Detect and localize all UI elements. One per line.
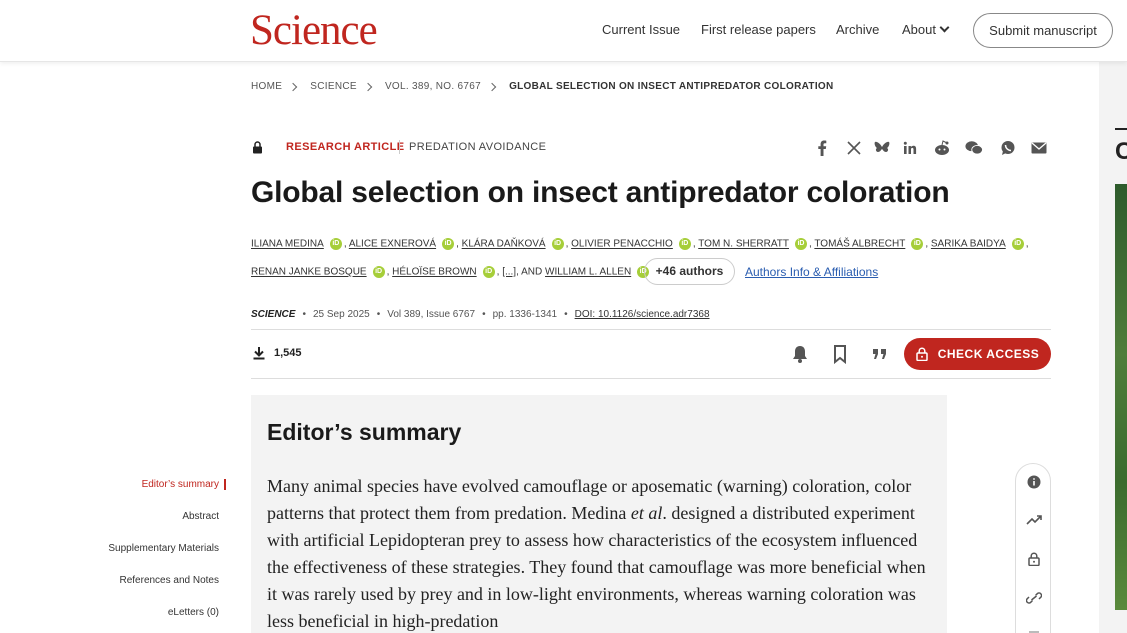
- bell-icon[interactable]: [790, 344, 810, 364]
- chevron-right-icon: [288, 82, 298, 91]
- volume-issue[interactable]: Vol 389, Issue 6767: [387, 309, 475, 320]
- divider: [251, 329, 1051, 330]
- and-label: AND: [521, 266, 543, 278]
- authors-affiliations-link[interactable]: Authors Info & Affiliations: [745, 265, 878, 279]
- cover-image[interactable]: [1115, 184, 1127, 610]
- orcid-icon[interactable]: iD: [329, 238, 342, 250]
- check-access-button[interactable]: CHECK ACCESS: [904, 338, 1051, 370]
- author-name[interactable]: KLÁRA DAŇKOVÁ: [462, 239, 546, 250]
- floating-toolbar: [1015, 463, 1051, 633]
- orcid-icon[interactable]: iD: [678, 238, 691, 250]
- breadcrumb-science[interactable]: SCIENCE: [310, 81, 357, 92]
- journal-name[interactable]: SCIENCE: [251, 309, 295, 320]
- more-authors-button[interactable]: +46 authors: [644, 258, 735, 285]
- submit-manuscript-button[interactable]: Submit manuscript: [973, 13, 1113, 48]
- nav-current-issue[interactable]: Current Issue: [602, 22, 680, 37]
- wechat-icon[interactable]: [965, 139, 983, 157]
- email-icon[interactable]: [1030, 139, 1048, 157]
- active-indicator: [224, 479, 226, 490]
- nav-about-label: About: [902, 22, 936, 37]
- author-name[interactable]: HÉLOÏSE BROWN: [392, 267, 476, 278]
- editors-summary-heading: Editor’s summary: [267, 419, 462, 445]
- author-ellipsis[interactable]: [...]: [502, 267, 516, 278]
- link-icon[interactable]: [1025, 589, 1043, 607]
- lock-icon[interactable]: [1025, 550, 1043, 568]
- linkedin-icon[interactable]: [901, 139, 919, 157]
- citation-line: SCIENCE • 25 Sep 2025 • Vol 389, Issue 6767 •…: [251, 309, 710, 320]
- article-subject[interactable]: PREDATION AVOIDANCE: [409, 141, 546, 153]
- author-name[interactable]: ALICE EXNEROVÁ: [349, 239, 436, 250]
- orcid-icon[interactable]: iD: [794, 238, 807, 250]
- science-logo[interactable]: Science: [250, 8, 378, 54]
- download-count[interactable]: 1,545: [252, 346, 302, 360]
- author-name[interactable]: OLIVIER PENACCHIO: [571, 239, 673, 250]
- article-title: Global selection on insect antipredator …: [251, 176, 950, 209]
- chevron-down-icon: [939, 22, 950, 33]
- author-name[interactable]: RENAN JANKE BOSQUE: [251, 267, 367, 278]
- site-header: Science Current Issue First release pape…: [0, 0, 1127, 62]
- author-name[interactable]: ILIANA MEDINA: [251, 239, 324, 250]
- nav-about[interactable]: About: [902, 22, 950, 37]
- download-count-value: 1,545: [274, 347, 302, 359]
- divider: [251, 378, 1051, 379]
- author-name[interactable]: TOMÁŠ ALBRECHT: [814, 239, 905, 250]
- article-type[interactable]: RESEARCH ARTICLE: [286, 141, 404, 153]
- breadcrumb-current: GLOBAL SELECTION ON INSECT ANTIPREDATOR …: [509, 81, 834, 92]
- page-range: pp. 1336-1341: [492, 309, 558, 320]
- breadcrumb-home[interactable]: HOME: [251, 81, 282, 92]
- summary-text-italic: et al: [630, 503, 663, 523]
- author-list-line-1: ILIANA MEDINA iD, ALICE EXNEROVÁ iD, KLÁRA…: [251, 238, 1029, 250]
- reddit-icon[interactable]: [933, 139, 951, 157]
- chevron-right-icon: [363, 82, 373, 91]
- lock-icon: [253, 141, 262, 154]
- nav-archive[interactable]: Archive: [836, 22, 879, 37]
- orcid-icon[interactable]: iD: [372, 266, 385, 278]
- bookmark-icon[interactable]: [830, 344, 850, 364]
- orcid-icon[interactable]: iD: [551, 238, 564, 250]
- section-nav-eletters[interactable]: eLetters (0): [168, 607, 219, 618]
- breadcrumb-volume[interactable]: VOL. 389, NO. 6767: [385, 81, 481, 92]
- chevron-right-icon: [487, 82, 497, 91]
- orcid-icon[interactable]: iD: [442, 238, 455, 250]
- lock-icon: [915, 347, 928, 361]
- quote-icon[interactable]: [870, 344, 890, 364]
- author-name[interactable]: TOM N. SHERRATT: [698, 239, 789, 250]
- check-access-label: CHECK ACCESS: [937, 347, 1040, 361]
- rail-heading: C: [1115, 138, 1127, 165]
- rail-divider: [1115, 128, 1127, 130]
- trending-icon[interactable]: [1025, 511, 1043, 529]
- section-nav-abstract[interactable]: Abstract: [182, 511, 219, 522]
- orcid-icon[interactable]: iD: [1011, 238, 1024, 250]
- section-nav-supplementary[interactable]: Supplementary Materials: [108, 543, 219, 554]
- section-nav-references[interactable]: References and Notes: [119, 575, 219, 586]
- doi-link[interactable]: DOI: 10.1126/science.adr7368: [575, 309, 710, 320]
- publication-date: 25 Sep 2025: [312, 309, 370, 320]
- facebook-icon[interactable]: [813, 139, 831, 157]
- whatsapp-icon[interactable]: [999, 139, 1017, 157]
- orcid-icon[interactable]: iD: [911, 238, 924, 250]
- x-twitter-icon[interactable]: [845, 139, 863, 157]
- bluesky-icon[interactable]: [873, 139, 891, 157]
- download-icon: [253, 347, 265, 360]
- editors-summary-section: Editor’s summary Many animal species hav…: [251, 395, 947, 633]
- info-icon[interactable]: [1025, 473, 1043, 491]
- nav-first-release[interactable]: First release papers: [701, 22, 816, 37]
- orcid-icon[interactable]: iD: [482, 266, 495, 278]
- meta-divider: [399, 140, 400, 154]
- author-list-line-2: RENAN JANKE BOSQUE iD, HÉLOÏSE BROWN iD, […: [251, 266, 651, 278]
- author-name[interactable]: SARIKA BAIDYA: [931, 239, 1006, 250]
- section-nav-editors-summary[interactable]: Editor’s summary: [142, 479, 219, 490]
- more-tools-icon[interactable]: [1025, 627, 1043, 633]
- breadcrumb: HOME SCIENCE VOL. 389, NO. 6767 GLOBAL S…: [251, 81, 834, 92]
- author-name[interactable]: WILLIAM L. ALLEN: [545, 267, 631, 278]
- editors-summary-text: Many animal species have evolved camoufl…: [267, 473, 933, 633]
